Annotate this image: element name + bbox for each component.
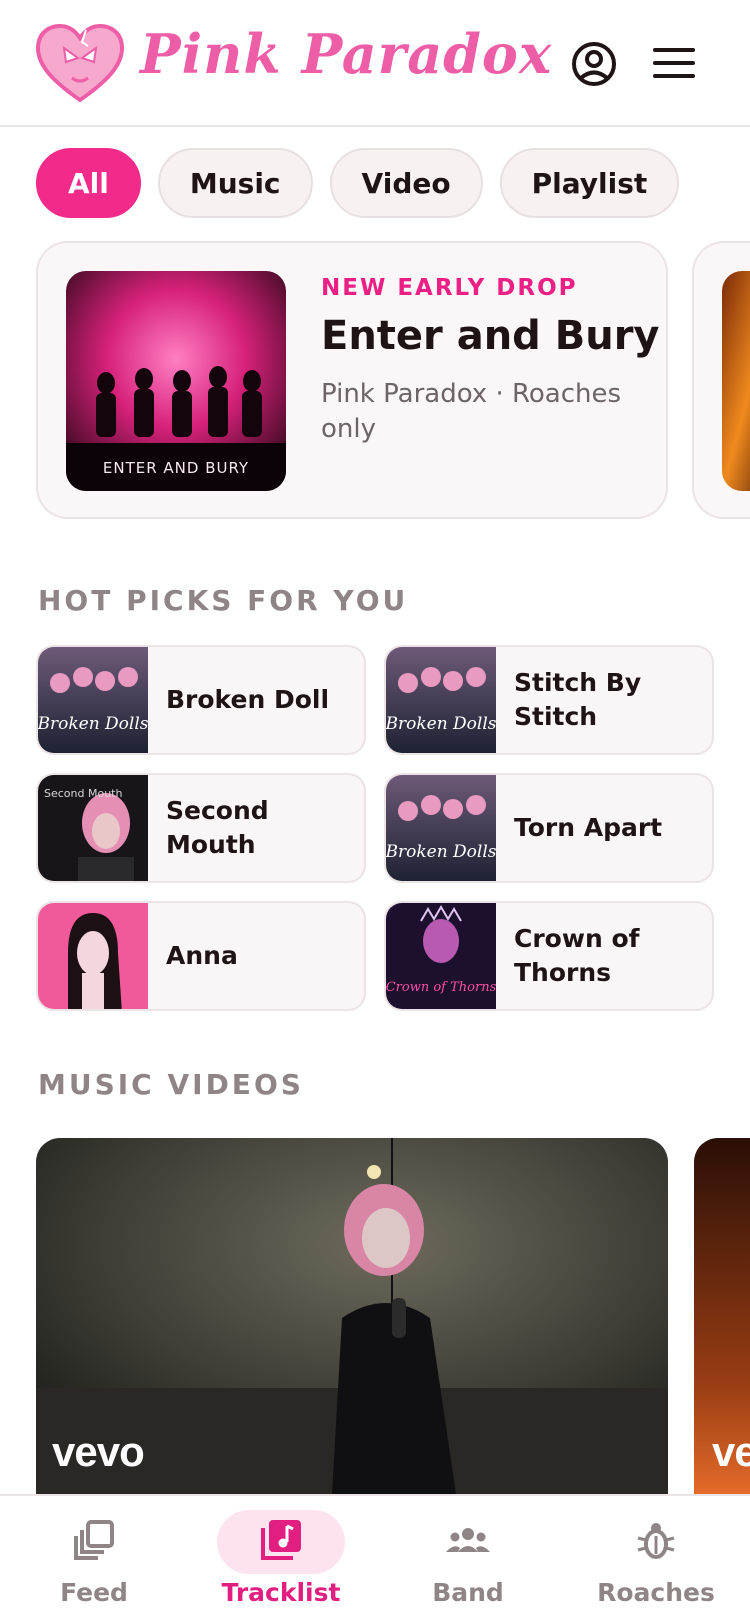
next-featured-card-peek[interactable] — [692, 241, 750, 519]
filter-chip-all[interactable]: All — [36, 148, 141, 218]
featured-art-caption: ENTER AND BURY — [103, 459, 249, 477]
hot-pick-art: Crown of Thorns — [386, 903, 496, 1009]
hot-pick-title: Stitch By Stitch — [514, 668, 642, 731]
hot-pick-anna[interactable]: Anna — [36, 901, 366, 1011]
hot-pick-second-mouth[interactable]: Second Mouth Second Mouth — [36, 773, 366, 883]
nav-label: Roaches — [597, 1578, 715, 1607]
hot-pick-art: Second Mouth — [38, 775, 148, 881]
hot-pick-title: Broken Doll — [166, 685, 330, 714]
hot-pick-broken-doll[interactable]: Broken Dolls Broken Doll — [36, 645, 366, 755]
hot-pick-art-text: Crown of Thorns — [386, 980, 496, 995]
vevo-watermark: vevo — [52, 1428, 145, 1475]
bottom-navigation: Feed Tracklist Band Roaches — [0, 1494, 750, 1624]
hot-pick-art-text: Broken Dolls — [386, 842, 496, 862]
music-video-card[interactable]: vevo — [36, 1138, 668, 1494]
hot-picks-heading: HOT PICKS FOR YOU — [38, 584, 409, 617]
hot-pick-title: Anna — [166, 941, 238, 970]
logo-heart-icon[interactable] — [34, 22, 126, 104]
account-circle-icon[interactable] — [571, 41, 617, 87]
hot-pick-stitch-by-stitch[interactable]: Broken Dolls Stitch By Stitch — [384, 645, 714, 755]
hot-pick-torn-apart[interactable]: Broken Dolls Torn Apart — [384, 773, 714, 883]
vevo-watermark: vevo — [712, 1428, 750, 1475]
nav-item-tracklist[interactable]: Tracklist — [191, 1496, 371, 1624]
group-icon — [446, 1528, 490, 1552]
hot-pick-art-text: Broken Dolls — [386, 714, 496, 734]
hot-pick-art: Broken Dolls — [386, 775, 496, 881]
featured-release-card[interactable]: ENTER AND BURY NEW EARLY DROP Enter and … — [36, 241, 668, 519]
feed-stack-icon — [74, 1520, 114, 1560]
hot-pick-title: Torn Apart — [514, 813, 663, 842]
music-videos-heading: MUSIC VIDEOS — [38, 1068, 304, 1101]
hot-pick-art-text: Second Mouth — [44, 787, 122, 800]
nav-label: Tracklist — [221, 1578, 341, 1607]
app-header: Pink Paradox — [0, 0, 750, 127]
bug-icon — [637, 1523, 675, 1559]
music-note-icon — [261, 1520, 301, 1560]
nav-item-roaches[interactable]: Roaches — [566, 1496, 746, 1624]
brand-logo-text[interactable]: Pink Paradox — [140, 22, 552, 86]
hot-pick-art: Broken Dolls — [38, 647, 148, 753]
hot-pick-title: Second Mouth — [166, 796, 269, 859]
featured-album-art: ENTER AND BURY — [66, 271, 286, 491]
next-featured-art — [722, 271, 750, 491]
filter-chips: All Music Video Playlist — [36, 148, 680, 218]
nav-item-feed[interactable]: Feed — [4, 1496, 184, 1624]
hot-pick-art: Broken Dolls — [386, 647, 496, 753]
filter-chip-playlist[interactable]: Playlist — [499, 148, 680, 218]
nav-label: Band — [432, 1578, 504, 1607]
filter-chip-video[interactable]: Video — [329, 148, 483, 218]
featured-title: Enter and Bury — [321, 313, 660, 359]
hot-pick-art — [38, 903, 148, 1009]
hamburger-menu-icon[interactable] — [653, 47, 695, 79]
hot-pick-crown-of-thorns[interactable]: Crown of Thorns Crown of Thorns — [384, 901, 714, 1011]
filter-chip-music[interactable]: Music — [157, 148, 313, 218]
next-video-card-peek[interactable]: vevo — [694, 1138, 750, 1494]
hot-pick-title: Crown of Thorns — [514, 924, 640, 987]
featured-subtitle: Pink Paradox · Roaches only — [321, 379, 622, 444]
featured-eyebrow: NEW EARLY DROP — [321, 275, 578, 301]
hot-pick-art-text: Broken Dolls — [38, 714, 148, 734]
nav-label: Feed — [60, 1578, 128, 1607]
nav-item-band[interactable]: Band — [378, 1496, 558, 1624]
